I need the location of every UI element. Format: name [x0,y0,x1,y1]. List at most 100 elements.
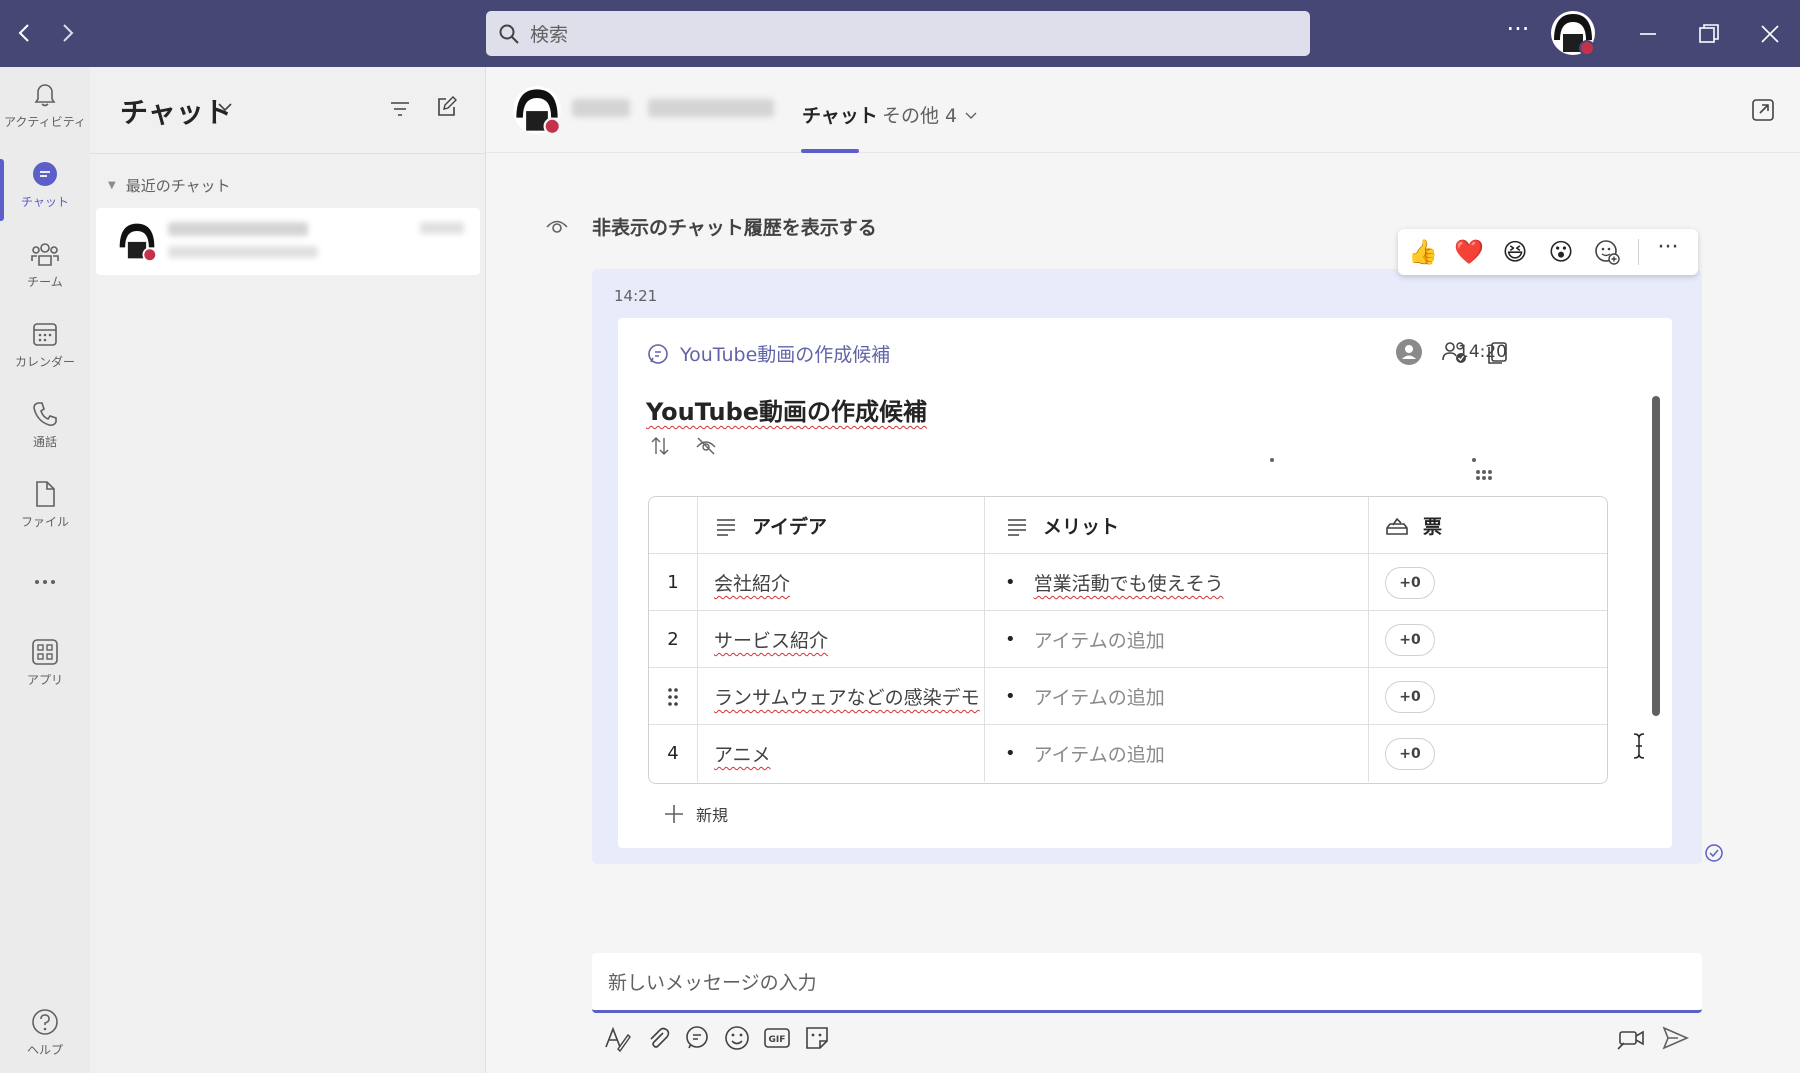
rail-label: アプリ [26,673,63,687]
search-box[interactable]: 検索 [486,11,1310,56]
idea-cell[interactable]: ランサムウェアなどの感染デモ [698,668,985,725]
more-options-button[interactable]: ··· [1500,14,1536,50]
avatar[interactable] [512,85,562,135]
close-icon [1761,25,1779,43]
table-row: 4 アニメ • アイテムの追加 +0 [649,725,1607,782]
column-header-idea[interactable]: アイデア [698,497,985,554]
plus-icon [665,805,683,823]
idea-cell[interactable]: アニメ [698,725,985,782]
tab-more[interactable]: その他 4 [882,101,979,128]
emoji-icon[interactable] [722,1023,752,1053]
recent-chats-section[interactable]: ▼ 最近のチャット [108,175,231,196]
table-drag-handle[interactable] [1476,470,1500,480]
card-title[interactable]: YouTube動画の作成候補 [646,392,927,427]
tab-chat[interactable]: チャット [802,101,878,128]
vote-button[interactable]: +0 [1385,623,1435,656]
reaction-like[interactable]: 👍 [1408,237,1438,267]
row-number-cell: 1 [649,554,698,611]
filter-icon[interactable] [388,97,412,121]
merit-cell[interactable]: • アイテムの追加 [985,725,1369,782]
hidden-history-label: 非表示のチャット履歴を表示する [592,217,877,239]
rail-item-apps[interactable]: アプリ [0,637,90,707]
user-avatar[interactable] [1550,10,1596,56]
tab-more-label: その他 4 [882,105,958,127]
send-icon[interactable] [1660,1023,1690,1053]
meet-now-icon[interactable] [1616,1023,1646,1053]
column-header-vote[interactable]: 票 [1369,497,1607,554]
forward-button[interactable] [52,18,82,48]
rail-more-button[interactable] [0,567,90,597]
reaction-heart[interactable]: ❤️ [1454,237,1484,267]
sort-icon[interactable] [648,434,672,458]
pop-out-icon[interactable] [1750,97,1776,123]
gif-icon[interactable]: GIF [762,1023,792,1053]
add-reaction-icon[interactable] [1592,237,1622,267]
column-boundary-dot [1472,458,1476,462]
chat-icon [33,162,57,186]
loop-icon[interactable] [682,1023,712,1053]
card-source[interactable]: YouTube動画の作成候補 [646,340,890,367]
message-input[interactable] [608,967,1678,999]
chevron-left-icon [18,24,29,42]
section-label: 最近のチャット [125,177,231,195]
table-header-row: アイデア メリット 票 [649,497,1607,554]
chevron-down-icon[interactable] [215,97,235,117]
merit-cell[interactable]: • 営業活動でも使えそう [985,554,1369,611]
idea-text: サービス紹介 [714,630,829,652]
column-header-merit[interactable]: メリット [985,497,1369,554]
rail-label: カレンダー [14,355,75,369]
divider [1638,239,1639,265]
people-icon [31,243,59,266]
file-icon [36,481,55,507]
row-drag-handle[interactable] [649,668,698,725]
caret-down-icon: ▼ [108,180,116,191]
back-button[interactable] [10,18,40,48]
apps-icon [32,639,58,665]
rail-item-calls[interactable]: 通話 [0,399,90,469]
share-people-icon[interactable] [1440,338,1468,366]
idea-cell[interactable]: サービス紹介 [698,611,985,668]
rail-item-files[interactable]: ファイル [0,479,90,549]
chat-list-item[interactable] [96,208,480,275]
rail-label: 通話 [32,435,57,449]
format-icon[interactable] [602,1023,632,1053]
message-bubble[interactable]: 14:21 YouTube動画の作成候補 14:20 YouTube動画の作成候… [592,269,1702,864]
column-label: アイデア [752,516,828,538]
active-tab-indicator [801,149,859,153]
person-avatar-icon[interactable] [1395,338,1423,366]
bullet: • [1005,743,1016,764]
rail-item-teams[interactable]: チーム [0,239,90,309]
vote-button[interactable]: +0 [1385,680,1435,713]
reaction-surprised[interactable]: 😮 [1546,237,1576,267]
copy-icon[interactable] [1484,338,1512,366]
merit-cell[interactable]: • アイテムの追加 [985,668,1369,725]
add-row-button[interactable]: 新規 [662,802,728,826]
restore-button[interactable] [1689,14,1729,54]
close-button[interactable] [1750,14,1790,54]
compose-icon[interactable] [434,95,458,119]
eye-off-icon[interactable] [694,434,718,458]
idea-cell[interactable]: 会社紹介 [698,554,985,611]
chevron-right-icon [63,24,74,42]
rail-item-help[interactable]: ヘルプ [0,1007,90,1073]
sticker-icon[interactable] [802,1023,832,1053]
rail-label: アクティビティ [4,115,86,129]
show-hidden-history[interactable]: 非表示のチャット履歴を表示する [544,213,877,240]
calendar-icon [33,323,57,346]
vote-button[interactable]: +0 [1385,737,1435,770]
vote-button[interactable]: +0 [1385,566,1435,599]
title-bar: 検索 ··· [0,0,1800,67]
minimize-button[interactable] [1628,14,1668,54]
reaction-laugh[interactable]: 😆 [1500,237,1530,267]
text-cursor-icon [1633,733,1645,759]
rail-item-calendar[interactable]: カレンダー [0,319,90,389]
bell-icon [34,84,56,107]
merit-cell[interactable]: • アイテムの追加 [985,611,1369,668]
message-more-button[interactable]: ··· [1648,235,1688,267]
card-scrollbar[interactable] [1652,396,1660,716]
redacted-header-name [572,99,630,117]
attach-icon[interactable] [643,1023,673,1053]
redacted-name [168,222,308,236]
rail-item-chat[interactable]: チャット [0,159,90,229]
rail-item-activity[interactable]: アクティビティ [0,79,90,149]
